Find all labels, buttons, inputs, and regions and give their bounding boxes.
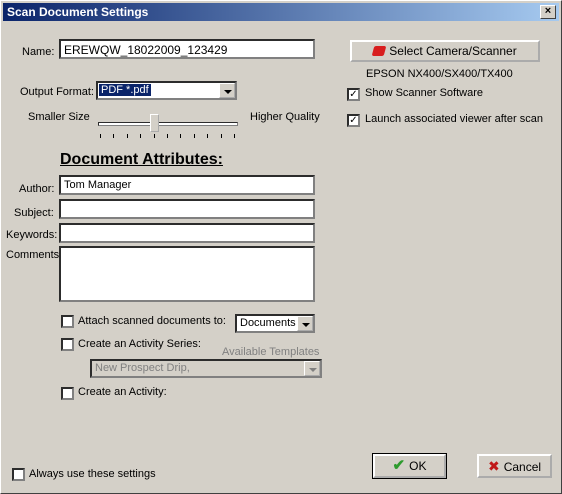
available-templates-label: Available Templates bbox=[222, 346, 320, 358]
higher-quality-label: Higher Quality bbox=[250, 111, 320, 123]
cancel-x-icon: ✖ bbox=[487, 458, 500, 474]
close-button[interactable]: × bbox=[540, 5, 556, 19]
create-activity-label: Create an Activity: bbox=[78, 386, 167, 398]
template-select: New Prospect Drip, bbox=[90, 359, 322, 378]
select-scanner-label: Select Camera/Scanner bbox=[389, 44, 517, 58]
slider-tick bbox=[154, 134, 155, 138]
slider-tick bbox=[207, 134, 208, 138]
titlebar[interactable]: Scan Document Settings × bbox=[3, 3, 559, 21]
name-input[interactable]: EREWQW_18022009_123429 bbox=[59, 39, 315, 59]
author-label: Author: bbox=[19, 183, 55, 195]
output-format-label: Output Format: bbox=[20, 86, 94, 98]
author-input[interactable]: Tom Manager bbox=[59, 175, 315, 195]
scanner-icon bbox=[371, 46, 387, 56]
chevron-down-icon[interactable] bbox=[297, 316, 313, 331]
cancel-label: Cancel bbox=[503, 460, 542, 474]
check-icon: ✔ bbox=[392, 457, 406, 474]
output-format-select[interactable]: PDF *.pdf bbox=[96, 81, 237, 100]
quality-slider-thumb[interactable] bbox=[150, 114, 159, 132]
checkmark-icon: ✓ bbox=[349, 89, 358, 100]
keywords-input[interactable] bbox=[59, 223, 315, 243]
slider-tick bbox=[140, 134, 141, 138]
launch-viewer-checkbox[interactable]: ✓ bbox=[347, 114, 360, 127]
checkmark-icon: ✓ bbox=[349, 115, 358, 126]
slider-tick bbox=[113, 134, 114, 138]
smaller-size-label: Smaller Size bbox=[28, 111, 90, 123]
keywords-label: Keywords: bbox=[6, 229, 58, 241]
device-name: EPSON NX400/SX400/TX400 bbox=[366, 68, 513, 80]
name-label: Name: bbox=[22, 46, 55, 58]
slider-tick bbox=[180, 134, 181, 138]
subject-input[interactable] bbox=[59, 199, 315, 219]
create-activity-checkbox[interactable] bbox=[61, 387, 74, 400]
ok-label: OK bbox=[409, 459, 427, 473]
always-use-label: Always use these settings bbox=[29, 468, 156, 480]
document-attributes-heading: Document Attributes: bbox=[60, 151, 223, 168]
window-title: Scan Document Settings bbox=[7, 5, 149, 19]
slider-tick bbox=[194, 134, 195, 138]
slider-tick bbox=[127, 134, 128, 138]
quality-slider-track[interactable] bbox=[98, 122, 238, 126]
subject-label: Subject: bbox=[14, 207, 54, 219]
chevron-down-icon bbox=[304, 361, 320, 376]
attach-label: Attach scanned documents to: bbox=[78, 315, 226, 327]
template-value: New Prospect Drip, bbox=[95, 362, 190, 374]
attach-value: Documents bbox=[240, 317, 296, 329]
activity-series-checkbox[interactable] bbox=[61, 338, 74, 351]
chevron-down-icon[interactable] bbox=[219, 83, 235, 98]
activity-series-label: Create an Activity Series: bbox=[78, 338, 201, 350]
ok-button[interactable]: ✔ OK bbox=[372, 453, 447, 479]
slider-tick bbox=[167, 134, 168, 138]
output-format-value: PDF *.pdf bbox=[99, 84, 151, 96]
launch-viewer-label: Launch associated viewer after scan bbox=[365, 113, 543, 125]
show-software-checkbox[interactable]: ✓ bbox=[347, 88, 360, 101]
attach-checkbox[interactable] bbox=[61, 315, 74, 328]
show-software-label: Show Scanner Software bbox=[365, 87, 484, 99]
slider-tick bbox=[234, 134, 235, 138]
attach-select[interactable]: Documents bbox=[235, 314, 315, 333]
comments-label: Comments: bbox=[6, 249, 63, 261]
cancel-button[interactable]: ✖ Cancel bbox=[477, 454, 552, 478]
select-scanner-button[interactable]: Select Camera/Scanner bbox=[350, 40, 540, 62]
slider-tick bbox=[221, 134, 222, 138]
close-icon: × bbox=[544, 5, 552, 17]
slider-tick bbox=[100, 134, 101, 138]
always-use-checkbox[interactable] bbox=[12, 468, 25, 481]
comments-textarea[interactable] bbox=[59, 246, 315, 302]
